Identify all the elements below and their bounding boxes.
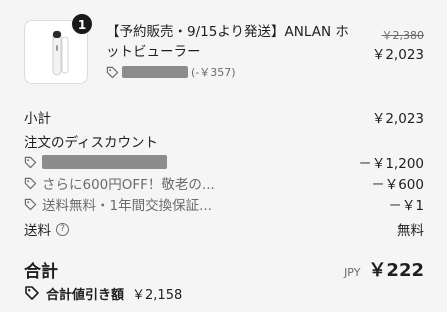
subtotal-row: 小計 ￥2,023 [24, 107, 424, 127]
redacted-discount-code [122, 66, 188, 78]
subtotal-label: 小計 [24, 111, 51, 127]
order-discount-heading-row: 注文のディスカウント [24, 131, 424, 151]
product-discount: (-￥357) [106, 63, 236, 81]
discount-value: －￥600 [371, 177, 424, 193]
quantity-badge: 1 [71, 13, 93, 35]
savings-amount: ￥2,158 [132, 287, 183, 303]
total-label: 合計 [24, 261, 58, 282]
original-price: ￥2,380 [381, 29, 425, 42]
order-discount-label: 注文のディスカウント [24, 135, 159, 151]
discount-value: －￥1 [388, 198, 424, 214]
product-price: ￥2,023 [371, 47, 424, 63]
total-amount: ￥222 [368, 260, 424, 281]
discount-value: －￥1,200 [358, 156, 424, 172]
tag-icon [24, 156, 37, 168]
shipping-label: 送料 [24, 223, 51, 239]
tag-icon [25, 286, 39, 300]
total-row: 合計 JPY ￥222 [24, 256, 424, 282]
savings-label: 合計値引き額 [46, 287, 125, 303]
discount-name: 送料無料・1年間交換保証... [42, 198, 212, 214]
discount-row: 送料無料・1年間交換保証... －￥1 [24, 194, 424, 214]
discount-name: さらに600円OFF！敬老の... [42, 177, 215, 193]
currency-code: JPY [344, 266, 361, 279]
shipping-value: 無料 [397, 223, 424, 239]
redacted-discount-name [42, 155, 167, 169]
tag-icon [106, 66, 119, 78]
help-icon[interactable]: ? [56, 222, 69, 236]
order-summary: 1 【予約販売・9/15より発送】ANLAN ホットビューラー (-￥357) … [0, 0, 447, 312]
product-discount-amount: (-￥357) [191, 66, 236, 79]
discount-row: さらに600円OFF！敬老の... －￥600 [24, 173, 424, 193]
product-title: 【予約販売・9/15より発送】ANLAN ホットビューラー [106, 24, 349, 60]
shipping-row: 送料 ? 無料 [24, 219, 424, 239]
total-savings: 合計値引き額 ￥2,158 [24, 283, 182, 303]
tag-icon [24, 198, 37, 210]
subtotal-value: ￥2,023 [371, 111, 424, 127]
discount-row: －￥1,200 [24, 152, 424, 172]
tag-icon [24, 177, 37, 189]
